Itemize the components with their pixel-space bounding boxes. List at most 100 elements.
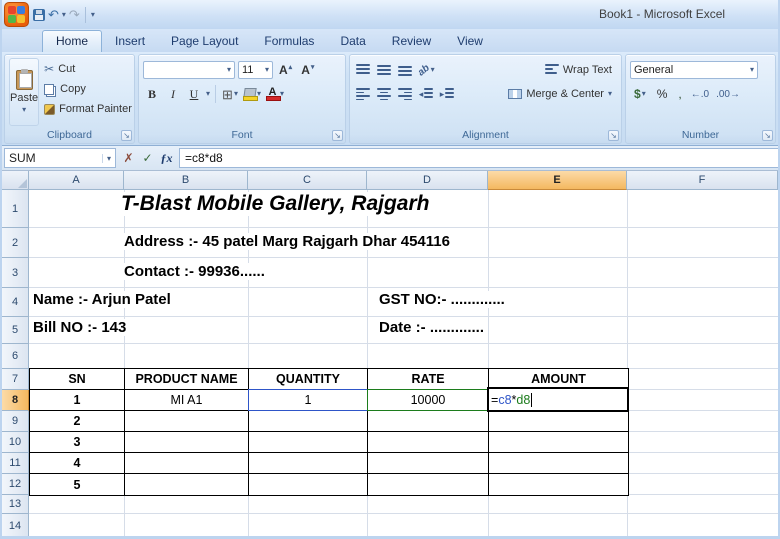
font-name-combo[interactable]: ▾ <box>143 61 235 79</box>
redo-button[interactable]: ↷ <box>69 7 80 23</box>
select-all-corner[interactable] <box>2 171 29 190</box>
table-header-quantity[interactable]: QUANTITY <box>249 369 368 390</box>
cell-e10[interactable] <box>489 432 628 453</box>
percent-style-button[interactable]: % <box>653 85 672 104</box>
customer-name-cell[interactable]: Name :- Arjun Patel <box>31 291 173 308</box>
tab-formulas[interactable]: Formulas <box>251 31 327 52</box>
cell-d11[interactable] <box>368 453 489 474</box>
bill-no-cell[interactable]: Bill NO :- 143 <box>31 319 129 336</box>
wrap-text-button[interactable]: Wrap Text <box>540 62 617 78</box>
font-size-combo[interactable]: 11 ▾ <box>238 61 273 79</box>
undo-dropdown-icon[interactable]: ▾ <box>62 10 66 19</box>
column-header-b[interactable]: B <box>124 171 248 190</box>
grow-font-button[interactable]: A ▴ <box>276 63 295 77</box>
cell-c11[interactable] <box>249 453 368 474</box>
cell-a12[interactable]: 5 <box>30 474 125 495</box>
underline-button[interactable]: U <box>185 85 203 104</box>
cell-d9[interactable] <box>368 411 489 432</box>
fill-color-button[interactable]: ▾ <box>242 85 262 104</box>
name-box[interactable]: SUM ▾ <box>4 148 116 168</box>
bold-button[interactable]: B <box>143 85 161 104</box>
tab-review[interactable]: Review <box>379 31 444 52</box>
tab-data[interactable]: Data <box>327 31 378 52</box>
column-header-d[interactable]: D <box>367 171 488 190</box>
cell-a9[interactable]: 2 <box>30 411 125 432</box>
gst-cell[interactable]: GST NO:- ............. <box>377 291 507 308</box>
number-dialog-launcher[interactable]: ↘ <box>762 130 773 141</box>
align-center-button[interactable] <box>375 85 393 104</box>
table-header-rate[interactable]: RATE <box>368 369 489 390</box>
row-header-9[interactable]: 9 <box>2 411 29 432</box>
cell-c10[interactable] <box>249 432 368 453</box>
row-header-2[interactable]: 2 <box>2 228 29 258</box>
accounting-format-button[interactable]: $ ▾ <box>630 85 650 104</box>
tab-home[interactable]: Home <box>42 30 103 52</box>
table-header-sn[interactable]: SN <box>30 369 125 390</box>
row-header-7[interactable]: 7 <box>2 369 29 390</box>
address-cell[interactable]: Address :- 45 patel Marg Rajgarh Dhar 45… <box>122 233 452 250</box>
font-color-button[interactable]: A ▾ <box>265 85 285 104</box>
row-header-11[interactable]: 11 <box>2 453 29 474</box>
font-dialog-launcher[interactable]: ↘ <box>332 130 343 141</box>
undo-button[interactable]: ↶ <box>48 7 59 23</box>
cell-c12[interactable] <box>249 474 368 495</box>
customize-qat-icon[interactable]: ▾ <box>91 10 95 19</box>
align-top-button[interactable] <box>354 61 372 80</box>
format-painter-button[interactable]: Format Painter <box>44 101 132 117</box>
cell-e9[interactable] <box>489 411 628 432</box>
row-header-1[interactable]: 1 <box>2 190 29 228</box>
number-format-combo[interactable]: General ▾ <box>630 61 758 79</box>
copy-button[interactable]: Copy <box>44 81 132 97</box>
underline-dropdown-icon[interactable]: ▾ <box>206 90 210 98</box>
column-header-e[interactable]: E <box>488 171 627 190</box>
row-header-4[interactable]: 4 <box>2 288 29 317</box>
save-icon[interactable] <box>33 8 45 21</box>
align-left-button[interactable] <box>354 85 372 104</box>
column-header-f[interactable]: F <box>627 171 778 190</box>
cell-a11[interactable]: 4 <box>30 453 125 474</box>
column-header-c[interactable]: C <box>248 171 367 190</box>
formula-input[interactable]: =c8*d8 <box>179 148 778 168</box>
row-header-6[interactable]: 6 <box>2 344 29 369</box>
tab-page-layout[interactable]: Page Layout <box>158 31 251 52</box>
cell-d10[interactable] <box>368 432 489 453</box>
office-button[interactable] <box>4 2 29 27</box>
table-header-product[interactable]: PRODUCT NAME <box>125 369 249 390</box>
cell-b12[interactable] <box>125 474 249 495</box>
decrease-indent-button[interactable]: ◂ <box>417 85 435 104</box>
paste-button[interactable]: Paste ▾ <box>9 58 40 126</box>
cut-button[interactable]: ✂ Cut <box>44 61 132 77</box>
align-right-button[interactable] <box>396 85 414 104</box>
cell-b8[interactable]: MI A1 <box>125 390 249 411</box>
borders-button[interactable]: ⊞ ▾ <box>221 85 239 104</box>
cell-d12[interactable] <box>368 474 489 495</box>
cancel-button[interactable]: ✗ <box>120 151 137 165</box>
cell-b11[interactable] <box>125 453 249 474</box>
shop-title-cell[interactable]: T-Blast Mobile Gallery, Rajgarh <box>119 192 432 216</box>
cell-c8[interactable]: 1 <box>249 390 368 411</box>
comma-style-button[interactable]: , <box>674 85 685 104</box>
italic-button[interactable]: I <box>164 85 182 104</box>
cell-d8[interactable]: 10000 <box>368 390 489 411</box>
active-cell-e8-editor[interactable]: = c8 * d8 <box>487 387 629 412</box>
enter-button[interactable]: ✓ <box>139 151 156 165</box>
contact-cell[interactable]: Contact :- 99936...... <box>122 263 267 280</box>
cell-c9[interactable] <box>249 411 368 432</box>
cell-a8[interactable]: 1 <box>30 390 125 411</box>
merge-center-button[interactable]: Merge & Center ▾ <box>503 86 617 102</box>
tab-view[interactable]: View <box>444 31 496 52</box>
insert-function-button[interactable]: ƒx <box>158 151 175 166</box>
row-header-3[interactable]: 3 <box>2 258 29 288</box>
tab-insert[interactable]: Insert <box>102 31 158 52</box>
cell-e12[interactable] <box>489 474 628 495</box>
cell-b10[interactable] <box>125 432 249 453</box>
increase-decimal-button[interactable]: ←.0 <box>689 89 711 100</box>
row-header-12[interactable]: 12 <box>2 474 29 495</box>
column-header-a[interactable]: A <box>29 171 124 190</box>
paste-dropdown-icon[interactable]: ▾ <box>22 106 26 114</box>
align-bottom-button[interactable] <box>396 61 414 80</box>
cells-area[interactable]: T-Blast Mobile Gallery, Rajgarh Address … <box>29 190 778 536</box>
row-header-14[interactable]: 14 <box>2 514 29 536</box>
orientation-button[interactable]: ab ▾ <box>416 61 436 80</box>
row-header-5[interactable]: 5 <box>2 317 29 344</box>
